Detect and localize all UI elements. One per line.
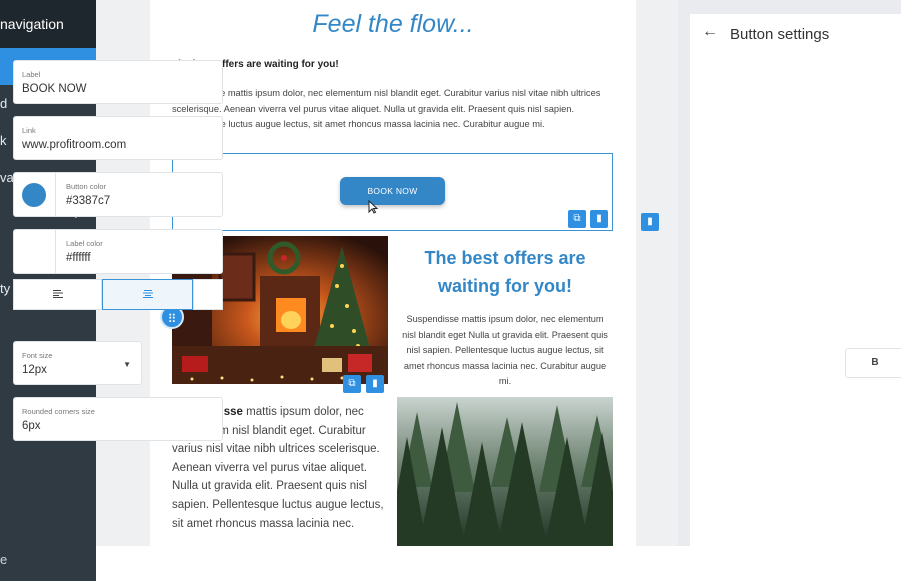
font-size-caption: Font size xyxy=(22,351,53,360)
delete-icon[interactable]: ▮ xyxy=(366,375,384,393)
button-settings-panel: ← Button settings xyxy=(690,14,901,546)
align-left-button[interactable] xyxy=(13,279,102,310)
copy-icon[interactable]: ⧉ xyxy=(568,210,586,228)
bottom-bar xyxy=(96,546,901,581)
link-value: www.profitroom.com xyxy=(22,139,127,151)
button-color-field[interactable]: Button color #3387c7 xyxy=(13,172,223,217)
alignment-group xyxy=(13,279,223,310)
button-color-swatch xyxy=(22,183,46,207)
link-field[interactable]: Link www.profitroom.com xyxy=(13,116,223,160)
nav-item-label: k xyxy=(0,133,7,148)
book-now-button[interactable]: BOOK NOW xyxy=(340,177,445,205)
column-paragraph[interactable]: Suspendisse mattis ipsum dolor, nec elem… xyxy=(402,312,608,390)
label-color-field[interactable]: Label color #ffffff xyxy=(13,229,223,274)
delete-icon[interactable]: ▮ xyxy=(590,210,608,228)
button-block-selected[interactable]: BOOK NOW ⧉ ▮ xyxy=(172,153,613,231)
forest-image[interactable] xyxy=(397,397,613,546)
label-field[interactable]: Label BOOK NOW xyxy=(13,60,223,104)
column-title[interactable]: The best offers are waiting for you! xyxy=(402,244,608,300)
rounded-corners-caption: Rounded corners size xyxy=(22,407,95,416)
button-color-picker[interactable] xyxy=(14,173,56,216)
nav-item-label: ty xyxy=(0,281,11,296)
font-size-select[interactable]: Font size 12px ▼ xyxy=(13,341,142,385)
nav-item-label: d xyxy=(0,96,8,111)
dropdown-caret-icon: ▼ xyxy=(123,360,131,369)
link-caption: Link xyxy=(22,126,36,135)
label-color-picker[interactable] xyxy=(14,230,56,273)
label-value: BOOK NOW xyxy=(22,83,87,95)
mouse-cursor-icon xyxy=(368,199,379,217)
align-left-icon xyxy=(52,290,63,298)
nav-header: navigation xyxy=(0,0,96,48)
label-color-value: #ffffff xyxy=(66,252,91,264)
panel-header: ← Button settings xyxy=(690,14,901,56)
rounded-corners-field[interactable]: Rounded corners size 6px xyxy=(13,397,223,441)
panel-title: Button settings xyxy=(730,26,830,43)
email-title[interactable]: Feel the flow... xyxy=(150,10,636,39)
align-right-button[interactable] xyxy=(193,279,223,310)
bold-button[interactable]: B xyxy=(845,348,901,378)
label-color-swatch xyxy=(22,240,46,264)
rounded-corners-value: 6px xyxy=(22,420,41,432)
copy-icon[interactable]: ⧉ xyxy=(343,375,361,393)
align-center-icon xyxy=(142,290,153,298)
email-paragraph[interactable]: Suspendisse mattis ipsum dolor, nec elem… xyxy=(172,86,614,133)
button-color-caption: Button color xyxy=(66,182,107,191)
font-size-value: 12px xyxy=(22,364,47,376)
label-color-caption: Label color xyxy=(66,239,103,248)
align-center-button[interactable] xyxy=(102,279,193,310)
back-arrow-icon[interactable]: ← xyxy=(702,23,718,41)
delete-icon[interactable]: ▮ xyxy=(641,213,659,231)
nav-footer[interactable]: e xyxy=(0,552,7,567)
button-color-value: #3387c7 xyxy=(66,195,111,207)
label-caption: Label xyxy=(22,70,41,79)
